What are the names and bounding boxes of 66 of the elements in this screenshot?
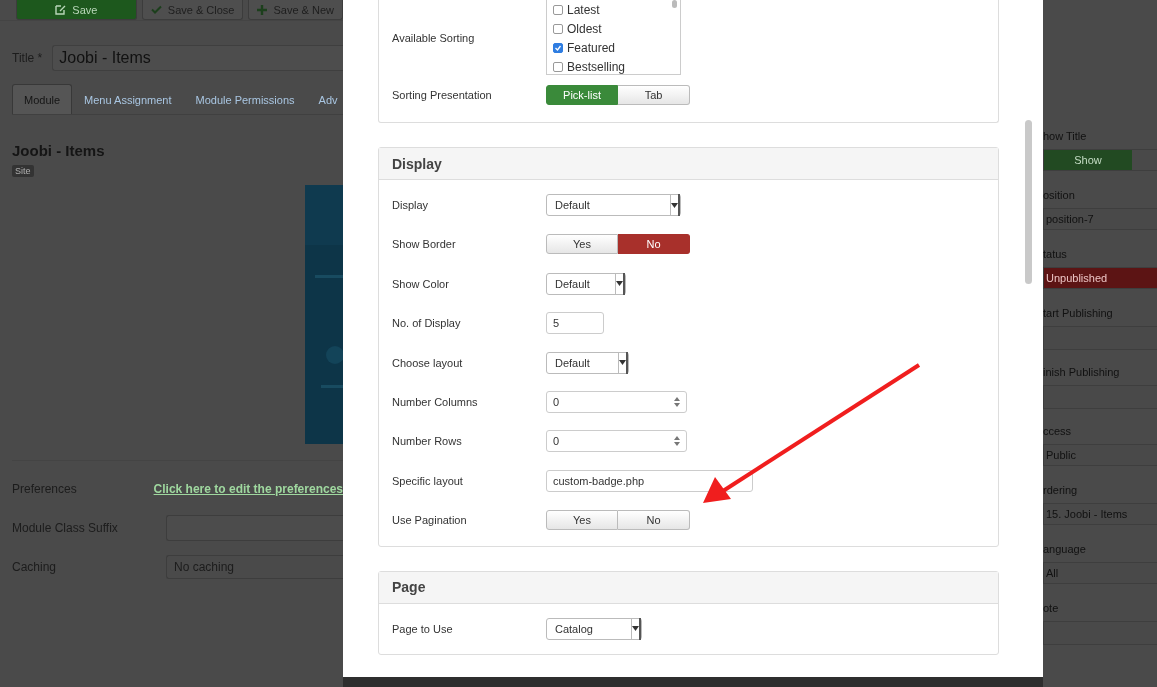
- toggle-option[interactable]: Pick-list: [546, 84, 618, 105]
- field-label: Available Sorting: [392, 31, 476, 44]
- edit-icon: [55, 4, 67, 15]
- field-label: tatus: [1043, 247, 1068, 262]
- field-label: ccess: [1043, 424, 1073, 439]
- show-toggle[interactable]: Show: [1043, 149, 1157, 171]
- plus-icon: [257, 4, 268, 15]
- toggle-option[interactable]: Yes: [546, 510, 618, 531]
- select-field[interactable]: Unpublished: [1043, 267, 1157, 289]
- scrollbar-thumb[interactable]: [1025, 120, 1032, 284]
- field-label: osition: [1043, 188, 1076, 203]
- input-field[interactable]: 5: [546, 312, 604, 335]
- select-field[interactable]: Catalog: [546, 617, 642, 640]
- option-label: Bestselling: [567, 60, 626, 74]
- input-field[interactable]: [1043, 326, 1157, 350]
- option-label: Oldest: [567, 22, 602, 36]
- field-label: Choose layout: [392, 356, 464, 369]
- select-field[interactable]: Default: [546, 351, 629, 374]
- input-field[interactable]: custom-badge.php: [546, 469, 753, 492]
- input-field[interactable]: [1043, 385, 1157, 409]
- select-field[interactable]: Default: [546, 194, 681, 217]
- section-title: Display: [379, 148, 998, 181]
- field-label: Number Columns: [392, 396, 479, 409]
- input-field[interactable]: [166, 514, 343, 541]
- number-field[interactable]: 0: [546, 430, 687, 453]
- tab[interactable]: Module Permissions: [183, 84, 307, 114]
- number-field[interactable]: 0: [546, 391, 687, 414]
- sorting-list[interactable]: Latest Oldest Featured Bestselling: [546, 0, 681, 75]
- caret-icon: [671, 202, 678, 208]
- toggle-option[interactable]: Tab: [618, 84, 690, 105]
- checkbox[interactable]: [553, 5, 563, 15]
- caret-icon: [632, 626, 639, 632]
- section-title: Page: [379, 571, 998, 604]
- check-icon: [150, 5, 162, 14]
- caret-icon: [619, 360, 626, 366]
- field-label: No. of Display: [392, 317, 462, 330]
- field-label: rdering: [1043, 483, 1079, 498]
- preferences-link[interactable]: Click here to edit the preferences: [153, 481, 343, 496]
- option-label: Featured: [567, 41, 616, 55]
- spinner-icon: [674, 397, 680, 408]
- field-label: Specific layout: [392, 474, 464, 487]
- option-label: Latest: [567, 3, 600, 17]
- tab[interactable]: Adv: [306, 84, 343, 114]
- scrollbar-thumb[interactable]: [672, 0, 677, 8]
- caret-icon: [616, 281, 623, 287]
- tab[interactable]: Menu Assignment: [72, 84, 184, 114]
- checkbox[interactable]: [553, 24, 563, 34]
- checkbox[interactable]: [553, 62, 563, 72]
- select-field[interactable]: Default: [546, 272, 626, 295]
- toggle-option[interactable]: No: [618, 510, 690, 531]
- field-label: Sorting Presentation: [392, 88, 493, 101]
- field-label: anguage: [1043, 542, 1087, 557]
- field-label: Show Color: [392, 277, 450, 290]
- toggle-option[interactable]: Yes: [546, 234, 618, 255]
- toolbar-button[interactable]: Save: [16, 0, 137, 20]
- spinner-icon: [674, 436, 680, 447]
- field-label: Use Pagination: [392, 514, 468, 527]
- checkbox[interactable]: [553, 43, 563, 53]
- site-badge: Site: [12, 165, 34, 177]
- field-label: Number Rows: [392, 435, 463, 448]
- input-field[interactable]: [1043, 621, 1157, 645]
- field-label: Show Border: [392, 238, 457, 251]
- field-label: Page to Use: [392, 622, 454, 635]
- toggle-option[interactable]: No: [618, 234, 690, 255]
- field-label: tart Publishing: [1043, 306, 1114, 321]
- field-label: Display: [392, 199, 430, 212]
